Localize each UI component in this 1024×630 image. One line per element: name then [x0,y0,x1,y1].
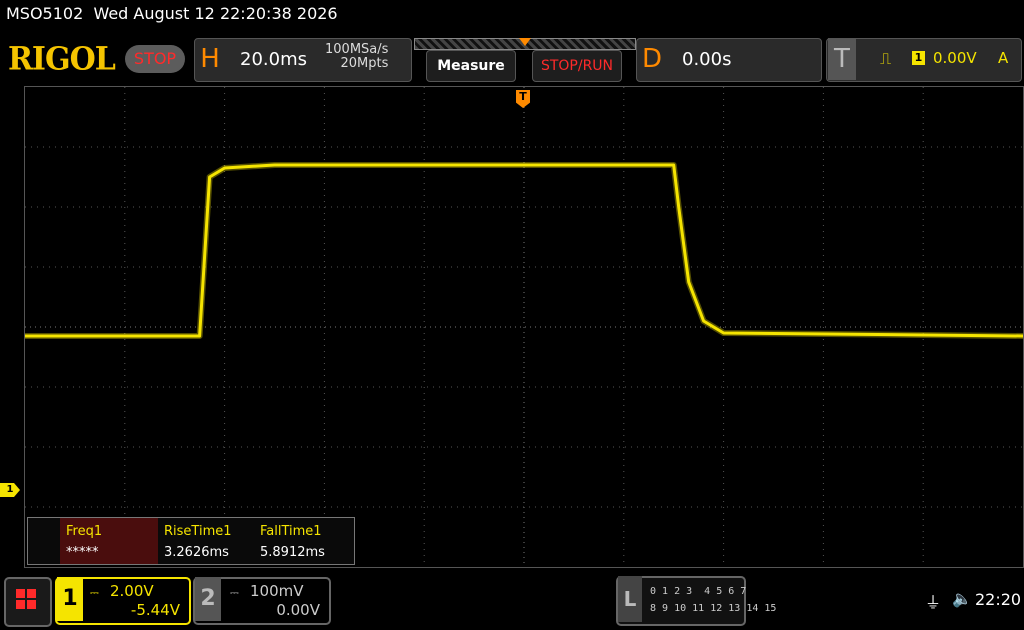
trigger-source: 1 [912,51,925,65]
waveform-glow [25,162,1024,339]
logic-channels-row1: 0 1 2 3 4 5 6 7 [650,586,747,597]
run-state-badge: STOP [125,45,185,73]
datetime: Wed August 12 22:20:38 2026 [93,4,338,23]
measurement-name: FallTime1 [260,524,322,539]
grid-menu-icon [16,589,36,609]
channel1-offset-marker[interactable]: 1 [0,483,20,497]
measurement-name: Freq1 [66,524,103,539]
delay-value: 0.00s [682,49,732,70]
channel1-offset: -5.44V [130,601,180,619]
channel2-number: 2 [195,577,221,621]
logic-letter: L [618,576,642,622]
measurement-value: 3.2626ms [164,545,229,560]
stop-run-button[interactable]: STOP/RUN [532,50,622,82]
trigger-mode: A [998,49,1009,67]
channel2-offset: 0.00V [276,601,320,619]
waveform-svg [25,87,1024,567]
trigger-letter: T [828,38,856,80]
timebase-letter: H [200,44,220,74]
trigger-position-indicator [519,38,531,46]
clock: 22:20 [975,590,1022,609]
measurement-fall[interactable]: FallTime1 5.8912ms [254,518,352,564]
measurement-panel: Freq1 ***** RiseTime1 3.2626ms FallTime1… [27,517,355,565]
model-name: MSO5102 [6,4,84,23]
timebase-value: 20.0ms [240,49,307,70]
measurement-rise[interactable]: RiseTime1 3.2626ms [158,518,254,564]
speaker-muted-icon[interactable]: 🔈 [952,589,972,608]
measure-button[interactable]: Measure [426,50,516,82]
channel2-scale: 100mV [250,582,304,600]
measurement-value: 5.8912ms [260,545,325,560]
delay-letter: D [641,44,663,74]
measurement-name: RiseTime1 [164,524,232,539]
dc-coupling-icon: ⎓ [230,586,239,599]
usb-icon: ⏚ [925,593,942,612]
measurement-freq[interactable]: Freq1 ***** [60,518,158,564]
memory-depth: 20Mpts [340,56,389,71]
trigger-level: 0.00V [933,49,977,67]
channel1-scale: 2.00V [110,582,154,600]
sample-rate: 100MSa/s [325,42,389,57]
dc-coupling-icon: ⎓ [90,586,99,599]
status-line: MSO5102 Wed August 12 22:20:38 2026 [6,4,338,23]
waveform-trace-ch1 [25,163,1024,338]
sample-info: 100MSa/s 20Mpts [325,43,388,71]
brand-logo: RIGOL [8,41,116,78]
rising-edge-icon: ⎍ [880,49,892,68]
logic-channels-row2: 8 9 10 11 12 13 14 15 [650,603,777,614]
measurement-value: ***** [66,545,99,560]
channel1-number: 1 [57,577,83,621]
waveform-display[interactable] [24,86,1024,568]
